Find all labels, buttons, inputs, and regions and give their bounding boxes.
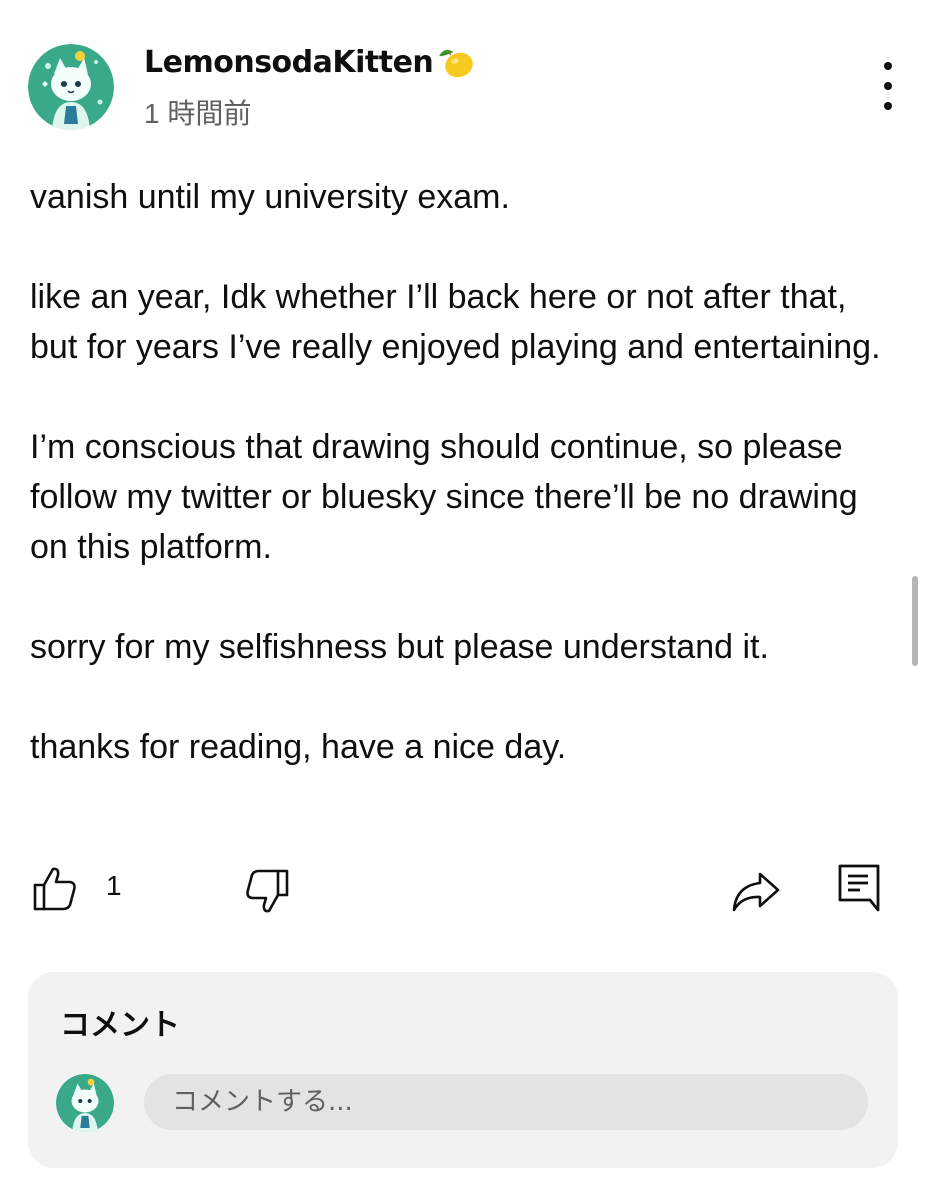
like-count: 1 — [106, 870, 122, 901]
post-actions: 1 — [30, 860, 890, 916]
comment-button[interactable] — [836, 862, 882, 914]
share-icon — [732, 872, 780, 912]
comment-icon — [838, 864, 880, 912]
dislike-button[interactable] — [242, 866, 292, 916]
post-paragraph: I’m conscious that drawing should contin… — [30, 428, 858, 566]
more-dot-icon — [884, 102, 892, 110]
user-avatar[interactable] — [56, 1074, 114, 1132]
more-dot-icon — [884, 82, 892, 90]
thumbs-up-icon — [33, 867, 76, 911]
comment-panel: コメント — [28, 972, 898, 1168]
like-button[interactable] — [30, 864, 80, 914]
more-options-button[interactable] — [868, 62, 908, 110]
scrollbar-thumb[interactable] — [912, 576, 918, 666]
lemon-icon — [435, 42, 475, 82]
post-body: vanish until my university exam. like an… — [30, 172, 900, 772]
post-paragraph: vanish until my university exam. — [30, 178, 510, 216]
post-timestamp: 1 時間前 — [144, 98, 252, 129]
author-avatar[interactable] — [28, 44, 114, 130]
comment-heading: コメント — [60, 1008, 180, 1043]
thumbs-down-icon — [246, 869, 289, 913]
post-header: LemonsodaKitten 1 時間前 — [28, 42, 898, 132]
author-name[interactable]: LemonsodaKitten — [144, 45, 434, 80]
post-paragraph: like an year, Idk whether I’ll back here… — [30, 278, 881, 366]
author-row: LemonsodaKitten — [144, 42, 475, 82]
share-button[interactable] — [730, 866, 782, 916]
comment-input[interactable] — [144, 1074, 868, 1130]
post-paragraph: thanks for reading, have a nice day. — [30, 728, 567, 766]
more-dot-icon — [884, 62, 892, 70]
post-paragraph: sorry for my selfishness but please unde… — [30, 628, 769, 666]
